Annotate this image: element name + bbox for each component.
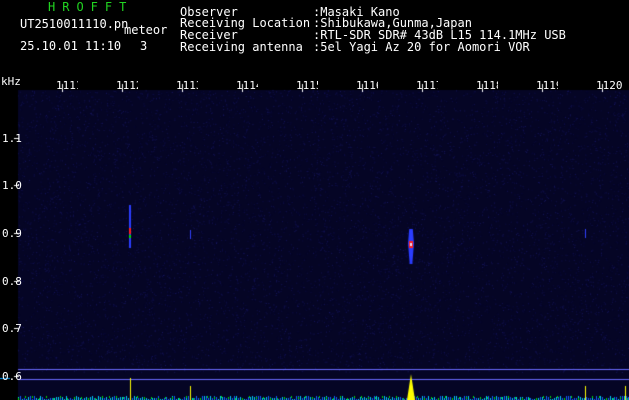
mode-label: meteor bbox=[124, 23, 168, 37]
x-tick-label: 1115 bbox=[296, 80, 318, 91]
y-tick-label: 0.9 bbox=[2, 227, 22, 241]
x-tick-label: 1113 bbox=[176, 80, 198, 91]
y-tick-label: 0.6 bbox=[2, 370, 22, 384]
antenna-label: Receiving antenna bbox=[180, 40, 303, 54]
file-name: UT2510011110.pn bbox=[20, 17, 129, 31]
x-tick-label: 1117 bbox=[416, 80, 438, 91]
spectrogram-canvas bbox=[0, 0, 629, 400]
minute-index: 3 bbox=[140, 39, 148, 53]
x-tick-label: 1112 bbox=[116, 80, 138, 91]
x-tick-label: 1114 bbox=[236, 80, 258, 91]
x-tick-label: 1120 bbox=[596, 80, 623, 91]
y-tick-label: 0.7 bbox=[2, 322, 22, 336]
x-tick-label: 1116 bbox=[356, 80, 378, 91]
x-tick-label: 1118 bbox=[476, 80, 498, 91]
date-time: 25.10.01 11:10 bbox=[20, 39, 122, 53]
x-tick-label: 1119 bbox=[536, 80, 558, 91]
y-tick-label: 1.1 bbox=[2, 131, 22, 145]
antenna-value: :5el Yagi Az 20 for Aomori VOR bbox=[313, 40, 530, 54]
y-axis-unit: kHz bbox=[1, 75, 21, 88]
y-tick-label: 0.8 bbox=[2, 274, 22, 288]
x-tick-label: 1111 bbox=[56, 80, 78, 91]
y-tick-label: 1.0 bbox=[2, 179, 22, 193]
app-title: HROFFT bbox=[48, 0, 134, 14]
